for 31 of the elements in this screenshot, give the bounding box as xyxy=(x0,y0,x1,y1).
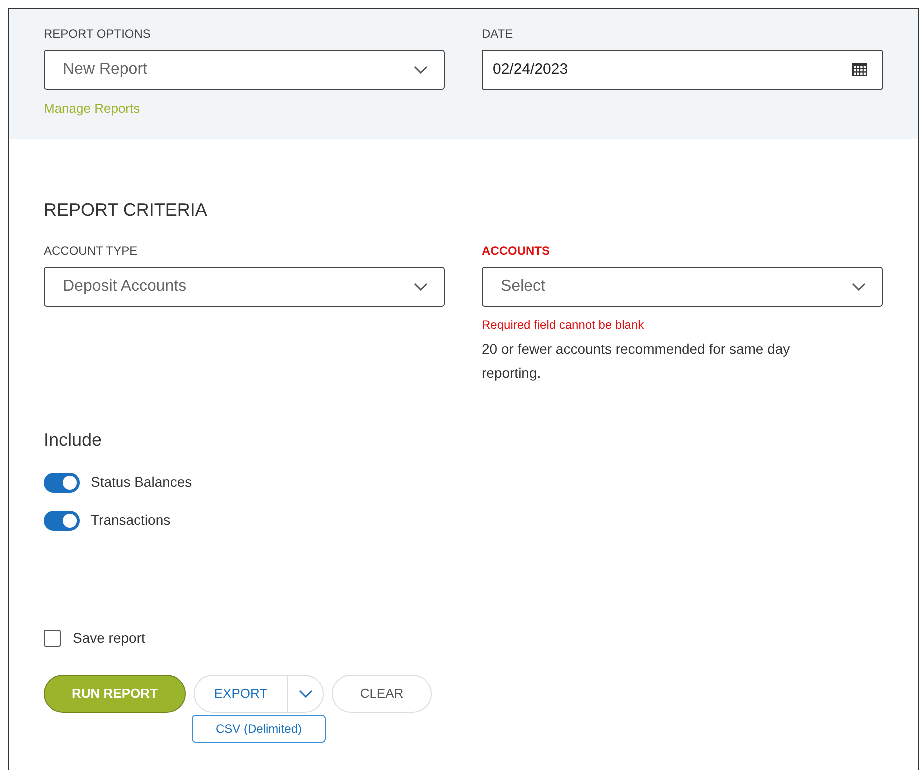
toggle-switch[interactable] xyxy=(44,472,80,492)
select-placeholder: Select xyxy=(501,277,546,297)
account-type-select[interactable]: Deposit Accounts xyxy=(44,267,445,307)
checkbox-label: Save report xyxy=(73,629,146,648)
hint-text: 20 or fewer accounts recommended for same day reporting. xyxy=(482,340,792,383)
clear-button[interactable]: CLEAR xyxy=(332,675,432,713)
chevron-down-icon xyxy=(852,283,866,291)
toggle-label: Transactions xyxy=(91,511,171,530)
date-field[interactable]: 02/24/2023 xyxy=(482,50,883,90)
chevron-down-icon xyxy=(414,66,428,74)
select-value: Deposit Accounts xyxy=(63,277,187,297)
toggle-label: Status Balances xyxy=(91,473,192,492)
calendar-icon[interactable] xyxy=(852,63,868,77)
section-title: REPORT CRITERIA xyxy=(44,199,208,222)
export-split-button[interactable]: EXPORT xyxy=(194,675,324,713)
report-options-select[interactable]: New Report xyxy=(44,50,445,90)
chevron-down-icon xyxy=(414,283,428,291)
field-label: ACCOUNT TYPE xyxy=(44,243,139,260)
date-value: 02/24/2023 xyxy=(493,60,568,80)
field-label: DATE xyxy=(482,26,514,43)
select-value: New Report xyxy=(63,60,148,80)
error-message: Required field cannot be blank xyxy=(482,317,646,334)
accounts-select[interactable]: Select xyxy=(482,267,883,307)
chevron-down-icon[interactable] xyxy=(298,690,312,698)
include-title: Include xyxy=(44,429,104,452)
export-label[interactable]: EXPORT xyxy=(195,684,287,704)
toggle-switch[interactable] xyxy=(44,510,80,530)
field-label: REPORT OPTIONS xyxy=(44,26,152,43)
field-label: ACCOUNTS xyxy=(482,243,551,260)
save-report-checkbox[interactable] xyxy=(44,630,61,647)
export-option[interactable]: CSV (Delimited) xyxy=(192,715,326,743)
